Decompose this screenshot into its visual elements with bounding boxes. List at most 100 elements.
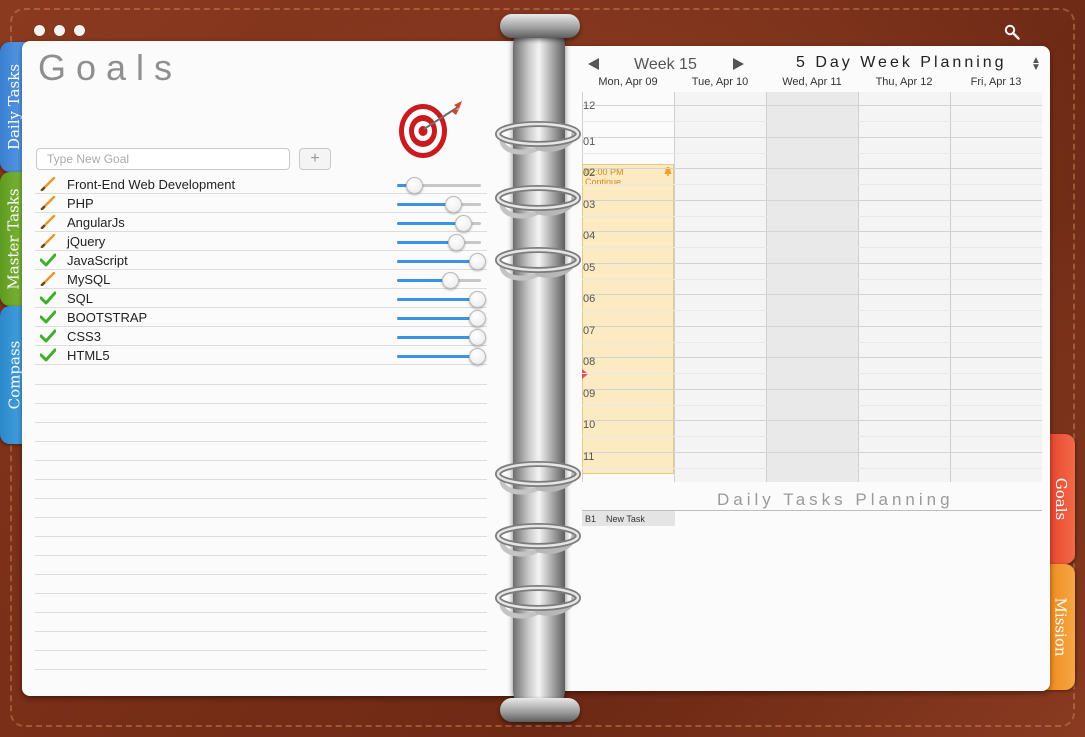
slider-knob[interactable] [454, 215, 472, 232]
day-header: Tue, Apr 10 [691, 76, 749, 88]
previous-week-icon[interactable] [586, 56, 602, 72]
goal-row[interactable]: SQL [35, 289, 487, 308]
goal-progress-slider[interactable] [397, 348, 486, 365]
checkmark-icon[interactable] [40, 253, 56, 267]
goal-progress-slider[interactable] [397, 215, 481, 232]
goal-row[interactable]: CSS3 [35, 327, 487, 346]
day-column[interactable] [950, 92, 1042, 482]
calendar-event[interactable]: 02:00 PM Continue... [582, 164, 674, 474]
goal-progress-slider[interactable] [397, 291, 486, 308]
checkmark-icon[interactable] [40, 310, 56, 324]
goal-row[interactable]: JavaScript [35, 251, 487, 270]
week-calendar-grid[interactable]: 02:00 PM Continue... 12 01 02 03 04 05 06 07 08 0… [582, 92, 1042, 482]
ruled-line [35, 384, 487, 385]
hour-line [582, 168, 1042, 169]
slider-knob[interactable] [468, 253, 486, 270]
slider-knob[interactable] [405, 177, 423, 194]
hour-line [582, 325, 1042, 327]
binder-ring-icon [495, 121, 581, 155]
checkmark-icon[interactable] [40, 348, 56, 362]
tab-mission-label: Mission [1052, 597, 1071, 657]
day-column[interactable] [766, 92, 858, 482]
goals-page: Goals Type New Goal + Front-End Web Deve… [22, 41, 527, 696]
slider-knob[interactable] [468, 348, 486, 365]
week-navigation: Week 15 [582, 54, 752, 76]
goal-label: PHP [67, 196, 94, 211]
next-week-icon[interactable] [730, 56, 746, 72]
day-header: Wed, Apr 11 [782, 76, 842, 88]
slider-knob[interactable] [468, 310, 486, 327]
goal-row[interactable]: AngularJs [35, 213, 487, 232]
slider-knob[interactable] [441, 272, 459, 289]
day-header: Mon, Apr 09 [598, 76, 658, 88]
tab-master-tasks-label: Master Tasks [5, 188, 23, 290]
binder-ring-icon [495, 247, 581, 281]
goal-label: jQuery [67, 234, 106, 249]
tab-mission[interactable]: Mission [1047, 564, 1075, 690]
planning-view-select[interactable]: 5 Day Week Planning [796, 54, 1007, 72]
goal-label: AngularJs [67, 215, 125, 230]
goal-progress-slider[interactable] [397, 253, 486, 270]
pencil-icon[interactable] [40, 177, 56, 191]
goal-progress-slider[interactable] [397, 329, 486, 346]
goal-label: MySQL [67, 272, 111, 287]
search-icon[interactable] [1004, 24, 1020, 40]
hour-label: 11 [583, 450, 595, 463]
pencil-icon[interactable] [40, 234, 56, 248]
goal-row[interactable]: MySQL [35, 270, 487, 289]
goal-list: Front-End Web Development PHP AngularJs jQu… [35, 175, 487, 365]
half-hour-line [582, 404, 1042, 406]
hour-line [582, 136, 1042, 138]
chevron-up-down-icon[interactable]: ▲ ▼ [1031, 56, 1041, 73]
hour-line [582, 388, 1042, 390]
page-title: Goals [38, 47, 183, 88]
day-column[interactable] [858, 92, 950, 482]
pencil-icon[interactable] [40, 196, 56, 210]
slider-knob[interactable] [468, 291, 486, 308]
new-goal-input[interactable]: Type New Goal [36, 148, 290, 170]
minimize-window-button[interactable] [54, 25, 65, 36]
ruled-line [35, 669, 487, 670]
daily-tasks-title: Daily Tasks Planning [717, 490, 954, 509]
slider-knob[interactable] [468, 329, 486, 346]
hour-label: 08 [583, 356, 596, 368]
slider-fill [397, 241, 456, 244]
tab-goals[interactable]: Goals [1047, 434, 1075, 564]
goal-progress-slider[interactable] [397, 272, 481, 289]
goal-progress-slider[interactable] [397, 196, 481, 213]
goal-progress-slider[interactable] [397, 234, 481, 251]
goal-row[interactable]: BOOTSTRAP [35, 308, 487, 327]
day-column[interactable] [674, 92, 766, 482]
goal-label: SQL [67, 291, 94, 306]
add-goal-button[interactable]: + [299, 148, 331, 170]
goal-row[interactable]: HTML5 [35, 346, 487, 365]
hour-label: 01 [583, 135, 596, 148]
hour-line [582, 294, 1042, 295]
half-hour-line [582, 373, 1042, 374]
goal-progress-slider[interactable] [397, 310, 486, 327]
hour-label: 09 [583, 387, 596, 400]
checkmark-icon[interactable] [40, 329, 56, 343]
half-hour-line [582, 436, 1042, 437]
pencil-icon[interactable] [40, 215, 56, 229]
goal-progress-slider[interactable] [397, 177, 481, 194]
goal-row[interactable]: jQuery [35, 232, 487, 251]
close-window-button[interactable] [34, 25, 45, 36]
goal-row[interactable]: Front-End Web Development [35, 175, 487, 194]
checkmark-icon[interactable] [40, 291, 56, 305]
zoom-window-button[interactable] [74, 25, 85, 36]
slider-knob[interactable] [445, 196, 463, 213]
goal-row[interactable]: PHP [35, 194, 487, 213]
half-hour-line [582, 341, 1042, 343]
pencil-icon[interactable] [40, 272, 56, 286]
ruled-line [35, 612, 487, 613]
ruled-line [35, 403, 487, 404]
goal-label: JavaScript [67, 253, 128, 268]
hour-line [582, 420, 1042, 421]
hour-line [582, 357, 1042, 358]
task-row[interactable]: B1 New Task [582, 511, 675, 526]
binder-top-cap [500, 14, 580, 38]
slider-knob[interactable] [447, 234, 465, 251]
half-hour-line [582, 121, 1042, 122]
half-hour-line [582, 278, 1042, 280]
